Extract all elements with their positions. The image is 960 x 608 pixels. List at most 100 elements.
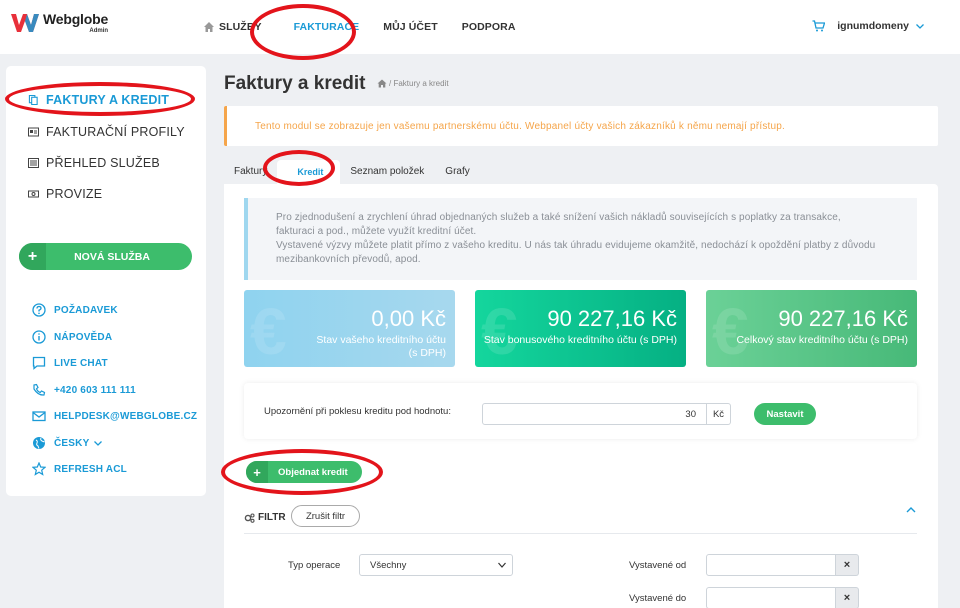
- info-line: Vystavené výzvy můžete platit přímo z va…: [276, 240, 876, 251]
- euro-icon: €: [481, 294, 518, 367]
- select-value: Všechny: [370, 560, 407, 571]
- webglobe-logo[interactable]: Webglobe Admin: [10, 12, 108, 34]
- nav-support[interactable]: PODPORA: [462, 21, 516, 33]
- main-nav: SLUŽBY FAKTURACE MŮJ ÚČET PODPORA: [203, 0, 540, 54]
- star-icon: [32, 462, 46, 476]
- tabs: Faktury Kredit Seznam položek Grafy: [224, 160, 480, 184]
- help-email-label: HELPDESK@WEBGLOBE.CZ: [54, 410, 198, 422]
- sidebar-item-label: FAKTURY A KREDIT: [46, 93, 170, 107]
- list-icon: [28, 158, 39, 168]
- chevron-down-icon: [498, 562, 506, 568]
- credit-info-box: Pro zjednodušení a zrychlení úhrad objed…: [244, 198, 917, 280]
- chevron-down-icon: [94, 440, 103, 446]
- breadcrumb: / Faktury a kredit: [377, 79, 449, 88]
- documents-icon: [28, 95, 38, 105]
- issued-from-label: Vystavené od: [629, 560, 687, 571]
- gears-icon: [244, 512, 255, 523]
- sidebar-item-label: PROVIZE: [46, 187, 103, 201]
- chevron-up-icon[interactable]: [905, 505, 917, 515]
- euro-icon: €: [712, 294, 749, 367]
- info-circle-icon: [32, 330, 46, 344]
- new-service-button[interactable]: + NOVÁ SLUŽBA: [19, 243, 192, 270]
- webglobe-logo-icon: [11, 14, 39, 32]
- credit-threshold-input[interactable]: 30: [482, 403, 707, 425]
- chevron-down-icon: [916, 23, 924, 29]
- envelope-icon: [32, 411, 46, 422]
- nav-billing-label: FAKTURACE: [293, 21, 360, 33]
- clear-date-icon[interactable]: ×: [836, 587, 859, 608]
- language-select[interactable]: ČESKY: [32, 436, 103, 450]
- phone-icon: [33, 383, 46, 396]
- filter-label: FILTR: [244, 512, 286, 523]
- issued-to-input[interactable]: [706, 587, 836, 608]
- operation-type-select[interactable]: Všechny: [359, 554, 513, 576]
- tab-invoices[interactable]: Faktury: [224, 160, 277, 182]
- clear-date-icon[interactable]: ×: [836, 554, 859, 576]
- sidebar-item-label: PŘEHLED SLUŽEB: [46, 156, 160, 170]
- tab-items-list[interactable]: Seznam položek: [340, 160, 434, 182]
- help-email[interactable]: HELPDESK@WEBGLOBE.CZ: [32, 409, 197, 423]
- sidebar-item-invoices-credit[interactable]: FAKTURY A KREDIT: [28, 93, 169, 107]
- nav-services[interactable]: SLUŽBY: [203, 21, 262, 33]
- partner-alert: Tento modul se zobrazuje jen vašemu part…: [224, 106, 938, 146]
- tab-label: Seznam položek: [350, 165, 425, 177]
- id-card-icon: [28, 127, 39, 137]
- language-label: ČESKY: [54, 437, 90, 449]
- refresh-acl-label: REFRESH ACL: [54, 463, 127, 475]
- new-service-label: NOVÁ SLUŽBA: [74, 250, 150, 263]
- refresh-acl[interactable]: REFRESH ACL: [32, 462, 127, 476]
- help-live-chat[interactable]: LIVE CHAT: [32, 356, 108, 370]
- tab-credit[interactable]: Kredit: [277, 160, 341, 184]
- bonus-credit-card: € 90 227,16 Kč Stav bonusového kreditníh…: [475, 290, 686, 367]
- sidebar-item-label: FAKTURAČNÍ PROFILY: [46, 125, 185, 139]
- sidebar-item-commissions[interactable]: PROVIZE: [28, 187, 102, 201]
- sidebar: FAKTURY A KREDIT FAKTURAČNÍ PROFILY PŘEH…: [6, 66, 206, 496]
- order-credit-label: Objednat kredit: [278, 466, 348, 478]
- filter-header: FILTR Zrušit filtr: [244, 503, 917, 534]
- help-docs[interactable]: NÁPOVĚDA: [32, 330, 112, 344]
- nav-my-account-label: MŮJ ÚČET: [383, 21, 438, 33]
- tab-label: Kredit: [297, 167, 324, 177]
- low-credit-notification: Upozornění při poklesu kreditu pod hodno…: [244, 383, 917, 439]
- help-request-label: POŽADAVEK: [54, 304, 118, 316]
- brand-name: Webglobe: [43, 11, 109, 27]
- nav-billing[interactable]: FAKTURACE: [294, 21, 360, 33]
- breadcrumb-current: / Faktury a kredit: [389, 79, 449, 88]
- money-icon: [28, 190, 39, 198]
- cart-icon: [812, 20, 826, 32]
- operation-type-label: Typ operace: [288, 560, 341, 571]
- notify-label: Upozornění při poklesu kreditu pod hodno…: [264, 406, 451, 417]
- total-credit-card: € 90 227,16 Kč Celkový stav kreditního ú…: [706, 290, 917, 367]
- help-phone[interactable]: +420 603 111 111: [32, 383, 136, 397]
- globe-icon: [33, 437, 45, 449]
- user-menu[interactable]: ignumdomeny: [812, 20, 924, 32]
- tab-charts[interactable]: Grafy: [434, 160, 479, 182]
- help-docs-label: NÁPOVĚDA: [54, 331, 113, 343]
- help-live-chat-label: LIVE CHAT: [54, 357, 108, 369]
- plus-icon: +: [246, 461, 268, 483]
- info-line: fakturaci a pod., můžete využít kreditní…: [276, 226, 477, 237]
- credit-balance-card: € 0,00 Kč Stav vašeho kreditního účtu (s…: [244, 290, 455, 367]
- top-bar: Webglobe Admin SLUŽBY FAKTURACE MŮJ ÚČET…: [0, 0, 960, 54]
- username: ignumdomeny: [837, 20, 909, 32]
- question-circle-icon: [32, 303, 46, 317]
- issued-from-input[interactable]: [706, 554, 836, 576]
- sidebar-item-billing-profiles[interactable]: FAKTURAČNÍ PROFILY: [28, 125, 185, 139]
- clear-filter-button[interactable]: Zrušit filtr: [291, 505, 360, 527]
- nav-my-account[interactable]: MŮJ ÚČET: [383, 21, 437, 33]
- tab-label: Faktury: [234, 165, 268, 177]
- sidebar-item-services-overview[interactable]: PŘEHLED SLUŽEB: [28, 156, 160, 170]
- credit-panel: Pro zjednodušení a zrychlení úhrad objed…: [224, 184, 938, 608]
- tab-label: Grafy: [445, 165, 470, 177]
- page-title: Faktury a kredit: [224, 73, 366, 94]
- chat-icon: [32, 356, 46, 370]
- info-line: mezibankovních převodů, apod.: [276, 254, 421, 265]
- home-icon[interactable]: [377, 79, 387, 88]
- help-request[interactable]: POŽADAVEK: [32, 303, 118, 317]
- plus-icon: +: [19, 243, 46, 270]
- brand-subtitle: Admin: [89, 28, 109, 34]
- nav-support-label: PODPORA: [461, 21, 516, 33]
- set-threshold-button[interactable]: Nastavit: [754, 403, 816, 425]
- help-phone-label: +420 603 111 111: [54, 384, 136, 396]
- order-credit-button[interactable]: + Objednat kredit: [246, 461, 362, 483]
